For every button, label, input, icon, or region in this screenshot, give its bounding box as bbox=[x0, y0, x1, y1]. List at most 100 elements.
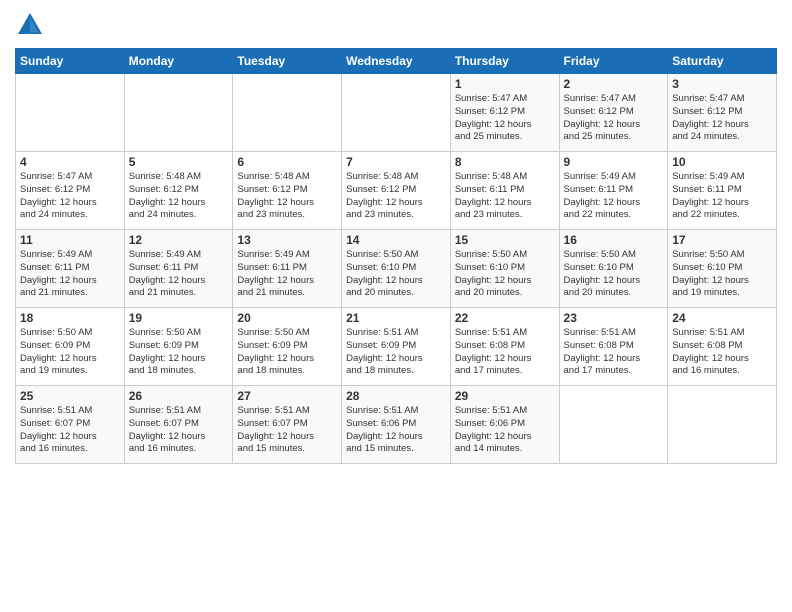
day-number: 13 bbox=[237, 233, 337, 247]
weekday-header-friday: Friday bbox=[559, 49, 668, 74]
day-number: 2 bbox=[564, 77, 664, 91]
day-number: 9 bbox=[564, 155, 664, 169]
day-info: Sunrise: 5:51 AM Sunset: 6:07 PM Dayligh… bbox=[237, 405, 337, 456]
day-number: 24 bbox=[672, 311, 772, 325]
day-number: 25 bbox=[20, 389, 120, 403]
day-cell: 10 Sunrise: 5:49 AM Sunset: 6:11 PM Dayli… bbox=[668, 152, 777, 230]
day-cell: 26Sunrise: 5:51 AM Sunset: 6:07 PM Dayli… bbox=[124, 386, 233, 464]
day-info: Sunrise: 5:51 AM Sunset: 6:08 PM Dayligh… bbox=[455, 327, 555, 378]
day-number: 7 bbox=[346, 155, 446, 169]
day-cell: 12 Sunrise: 5:49 AM Sunset: 6:11 PM Dayli… bbox=[124, 230, 233, 308]
weekday-header-tuesday: Tuesday bbox=[233, 49, 342, 74]
day-info: Sunrise: 5:48 AM Sunset: 6:12 PM Dayligh… bbox=[237, 171, 337, 222]
day-cell: 1 Sunrise: 5:47 AM Sunset: 6:12 PM Daylig… bbox=[450, 74, 559, 152]
day-cell: 15 Sunrise: 5:50 AM Sunset: 6:10 PM Dayli… bbox=[450, 230, 559, 308]
logo bbox=[15, 10, 49, 40]
day-number: 5 bbox=[129, 155, 229, 169]
day-cell: 16 Sunrise: 5:50 AM Sunset: 6:10 PM Dayli… bbox=[559, 230, 668, 308]
day-cell bbox=[233, 74, 342, 152]
day-cell: 20 Sunrise: 5:50 AM Sunset: 6:09 PM Dayli… bbox=[233, 308, 342, 386]
day-info: Sunrise: 5:50 AM Sunset: 6:10 PM Dayligh… bbox=[455, 249, 555, 300]
day-cell: 29 Sunrise: 5:51 AM Sunset: 6:06 PM Dayli… bbox=[450, 386, 559, 464]
day-cell: 18 Sunrise: 5:50 AM Sunset: 6:09 PM Dayli… bbox=[16, 308, 125, 386]
day-cell: 13 Sunrise: 5:49 AM Sunset: 6:11 PM Dayli… bbox=[233, 230, 342, 308]
day-number: 22 bbox=[455, 311, 555, 325]
day-cell: 23 Sunrise: 5:51 AM Sunset: 6:08 PM Dayli… bbox=[559, 308, 668, 386]
day-number: 17 bbox=[672, 233, 772, 247]
day-cell: 24 Sunrise: 5:51 AM Sunset: 6:08 PM Dayli… bbox=[668, 308, 777, 386]
day-info: Sunrise: 5:50 AM Sunset: 6:10 PM Dayligh… bbox=[564, 249, 664, 300]
day-number: 18 bbox=[20, 311, 120, 325]
day-info: Sunrise: 5:48 AM Sunset: 6:12 PM Dayligh… bbox=[346, 171, 446, 222]
day-info: Sunrise: 5:49 AM Sunset: 6:11 PM Dayligh… bbox=[129, 249, 229, 300]
day-cell: 7 Sunrise: 5:48 AM Sunset: 6:12 PM Daylig… bbox=[342, 152, 451, 230]
day-number: 28 bbox=[346, 389, 446, 403]
day-cell bbox=[668, 386, 777, 464]
weekday-header-wednesday: Wednesday bbox=[342, 49, 451, 74]
day-info: Sunrise: 5:51 AM Sunset: 6:08 PM Dayligh… bbox=[672, 327, 772, 378]
weekday-header-sunday: Sunday bbox=[16, 49, 125, 74]
day-info: Sunrise: 5:47 AM Sunset: 6:12 PM Dayligh… bbox=[672, 93, 772, 144]
week-row-3: 11Sunrise: 5:49 AM Sunset: 6:11 PM Dayli… bbox=[16, 230, 777, 308]
day-info: Sunrise: 5:50 AM Sunset: 6:10 PM Dayligh… bbox=[672, 249, 772, 300]
day-cell: 28 Sunrise: 5:51 AM Sunset: 6:06 PM Dayli… bbox=[342, 386, 451, 464]
day-number: 21 bbox=[346, 311, 446, 325]
day-info: Sunrise: 5:51 AM Sunset: 6:09 PM Dayligh… bbox=[346, 327, 446, 378]
day-number: 16 bbox=[564, 233, 664, 247]
day-number: 14 bbox=[346, 233, 446, 247]
day-info: Sunrise: 5:47 AM Sunset: 6:12 PM Dayligh… bbox=[564, 93, 664, 144]
day-cell: 2 Sunrise: 5:47 AM Sunset: 6:12 PM Daylig… bbox=[559, 74, 668, 152]
day-number: 15 bbox=[455, 233, 555, 247]
week-row-5: 25 Sunrise: 5:51 AM Sunset: 6:07 PM Dayli… bbox=[16, 386, 777, 464]
page: SundayMondayTuesdayWednesdayThursdayFrid… bbox=[0, 0, 792, 612]
day-info: Sunrise: 5:50 AM Sunset: 6:09 PM Dayligh… bbox=[129, 327, 229, 378]
day-info: Sunrise: 5:48 AM Sunset: 6:12 PM Dayligh… bbox=[129, 171, 229, 222]
week-row-1: 1 Sunrise: 5:47 AM Sunset: 6:12 PM Daylig… bbox=[16, 74, 777, 152]
day-info: Sunrise: 5:50 AM Sunset: 6:10 PM Dayligh… bbox=[346, 249, 446, 300]
day-number: 26 bbox=[129, 389, 229, 403]
day-cell: 14 Sunrise: 5:50 AM Sunset: 6:10 PM Dayli… bbox=[342, 230, 451, 308]
weekday-header-row: SundayMondayTuesdayWednesdayThursdayFrid… bbox=[16, 49, 777, 74]
day-cell bbox=[124, 74, 233, 152]
day-info: Sunrise: 5:51 AM Sunset: 6:08 PM Dayligh… bbox=[564, 327, 664, 378]
day-number: 20 bbox=[237, 311, 337, 325]
day-number: 23 bbox=[564, 311, 664, 325]
day-cell: 22 Sunrise: 5:51 AM Sunset: 6:08 PM Dayli… bbox=[450, 308, 559, 386]
day-number: 1 bbox=[455, 77, 555, 91]
day-number: 10 bbox=[672, 155, 772, 169]
day-cell: 19 Sunrise: 5:50 AM Sunset: 6:09 PM Dayli… bbox=[124, 308, 233, 386]
day-info: Sunrise: 5:47 AM Sunset: 6:12 PM Dayligh… bbox=[20, 171, 120, 222]
day-number: 6 bbox=[237, 155, 337, 169]
day-number: 19 bbox=[129, 311, 229, 325]
day-cell: 17 Sunrise: 5:50 AM Sunset: 6:10 PM Dayli… bbox=[668, 230, 777, 308]
day-number: 4 bbox=[20, 155, 120, 169]
weekday-header-thursday: Thursday bbox=[450, 49, 559, 74]
weekday-header-monday: Monday bbox=[124, 49, 233, 74]
day-number: 8 bbox=[455, 155, 555, 169]
day-info: Sunrise: 5:49 AM Sunset: 6:11 PM Dayligh… bbox=[20, 249, 120, 300]
day-info: Sunrise: 5:50 AM Sunset: 6:09 PM Dayligh… bbox=[237, 327, 337, 378]
day-cell: 3 Sunrise: 5:47 AM Sunset: 6:12 PM Daylig… bbox=[668, 74, 777, 152]
day-number: 3 bbox=[672, 77, 772, 91]
day-cell bbox=[559, 386, 668, 464]
calendar: SundayMondayTuesdayWednesdayThursdayFrid… bbox=[15, 48, 777, 464]
day-info: Sunrise: 5:50 AM Sunset: 6:09 PM Dayligh… bbox=[20, 327, 120, 378]
header bbox=[15, 10, 777, 40]
day-number: 29 bbox=[455, 389, 555, 403]
day-info: Sunrise: 5:51 AM Sunset: 6:07 PM Dayligh… bbox=[20, 405, 120, 456]
day-cell: 21 Sunrise: 5:51 AM Sunset: 6:09 PM Dayli… bbox=[342, 308, 451, 386]
day-info: Sunrise: 5:49 AM Sunset: 6:11 PM Dayligh… bbox=[237, 249, 337, 300]
day-cell: 27Sunrise: 5:51 AM Sunset: 6:07 PM Dayli… bbox=[233, 386, 342, 464]
weekday-header-saturday: Saturday bbox=[668, 49, 777, 74]
day-number: 12 bbox=[129, 233, 229, 247]
day-cell: 9 Sunrise: 5:49 AM Sunset: 6:11 PM Daylig… bbox=[559, 152, 668, 230]
day-cell: 6 Sunrise: 5:48 AM Sunset: 6:12 PM Daylig… bbox=[233, 152, 342, 230]
day-info: Sunrise: 5:51 AM Sunset: 6:06 PM Dayligh… bbox=[455, 405, 555, 456]
day-info: Sunrise: 5:49 AM Sunset: 6:11 PM Dayligh… bbox=[564, 171, 664, 222]
day-info: Sunrise: 5:49 AM Sunset: 6:11 PM Dayligh… bbox=[672, 171, 772, 222]
day-cell: 5 Sunrise: 5:48 AM Sunset: 6:12 PM Daylig… bbox=[124, 152, 233, 230]
day-cell bbox=[342, 74, 451, 152]
day-info: Sunrise: 5:47 AM Sunset: 6:12 PM Dayligh… bbox=[455, 93, 555, 144]
day-info: Sunrise: 5:51 AM Sunset: 6:06 PM Dayligh… bbox=[346, 405, 446, 456]
day-cell: 11Sunrise: 5:49 AM Sunset: 6:11 PM Dayli… bbox=[16, 230, 125, 308]
